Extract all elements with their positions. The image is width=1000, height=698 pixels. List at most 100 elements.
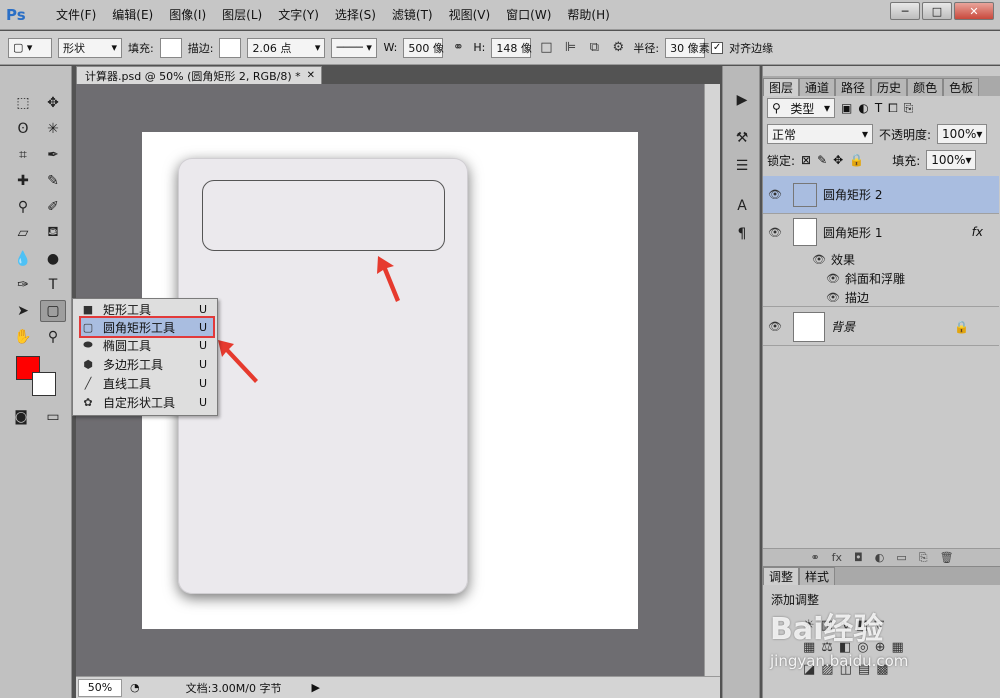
move-tool-icon[interactable]: ✥ bbox=[40, 92, 66, 114]
magic-wand-icon[interactable]: ✳ bbox=[40, 118, 66, 140]
gear-icon[interactable]: ⚙ bbox=[609, 39, 627, 57]
posterize-icon[interactable]: ▨ bbox=[821, 662, 839, 677]
filter-adjust-icon[interactable]: ◐ bbox=[858, 101, 868, 115]
visibility-eye-icon[interactable]: 👁 bbox=[763, 188, 787, 201]
marquee-tool-icon[interactable]: ⬚ bbox=[10, 92, 36, 114]
layer-row[interactable]: 👁 圆角矩形 1 fx bbox=[763, 214, 999, 250]
sliders-icon[interactable]: ☰ bbox=[731, 156, 753, 176]
maximize-button[interactable]: □ bbox=[922, 2, 952, 20]
path-selection-icon[interactable]: ➤ bbox=[10, 300, 36, 322]
character-icon[interactable]: A bbox=[731, 196, 753, 216]
curves-icon[interactable]: ∿ bbox=[839, 618, 856, 633]
lock-position-icon[interactable]: ✥ bbox=[833, 153, 843, 167]
paint-bucket-icon[interactable]: ⛾ bbox=[40, 222, 66, 244]
flyout-item-custom-shape[interactable]: ✿ 自定形状工具 U bbox=[81, 393, 213, 411]
hue-icon[interactable]: ▦ bbox=[803, 640, 821, 655]
visibility-eye-icon[interactable]: 👁 bbox=[821, 291, 845, 304]
rounded-rectangle-shape[interactable] bbox=[202, 180, 445, 251]
width-input[interactable]: 500 像 bbox=[403, 37, 444, 58]
zoom-input[interactable]: 50% bbox=[78, 678, 122, 697]
path-alignment-icon[interactable]: ⊫ bbox=[561, 39, 579, 57]
close-tab-icon[interactable]: ✕ bbox=[307, 70, 315, 81]
visibility-eye-icon[interactable]: 👁 bbox=[821, 272, 845, 285]
fill-input[interactable]: 100% ▾ bbox=[926, 150, 977, 170]
fill-swatch[interactable] bbox=[159, 37, 182, 58]
blend-mode-select[interactable]: 正常 ▾ bbox=[767, 124, 873, 144]
dodge-tool-icon[interactable]: ● bbox=[40, 248, 66, 270]
brush-tool-icon[interactable]: ✎ bbox=[40, 170, 66, 192]
crop-tool-icon[interactable]: ⌗ bbox=[10, 144, 36, 166]
menu-window[interactable]: 窗口(W) bbox=[498, 0, 559, 30]
tab-color[interactable]: 颜色 bbox=[907, 78, 944, 96]
flyout-item-line[interactable]: ╱ 直线工具 U bbox=[81, 374, 213, 392]
mixer-icon[interactable]: ⊕ bbox=[875, 640, 892, 655]
flyout-item-rectangle[interactable]: ■ 矩形工具 U bbox=[81, 300, 213, 318]
tab-history[interactable]: 历史 bbox=[871, 78, 908, 96]
link-layers-icon[interactable]: ⚭ bbox=[810, 551, 819, 564]
type-tool-icon[interactable]: T bbox=[40, 274, 66, 296]
clone-stamp-icon[interactable]: ⚲ bbox=[10, 196, 36, 218]
stroke-width-input[interactable]: 2.06 点 ▾ bbox=[247, 37, 326, 58]
tab-layers[interactable]: 图层 bbox=[763, 78, 800, 96]
visibility-eye-icon[interactable]: 👁 bbox=[763, 320, 787, 333]
healing-brush-icon[interactable]: ✚ bbox=[10, 170, 36, 192]
menu-edit[interactable]: 编辑(E) bbox=[104, 0, 161, 30]
link-icon[interactable]: ⚭ bbox=[449, 39, 467, 57]
eraser-icon[interactable]: ▱ bbox=[10, 222, 36, 244]
fx-icon[interactable]: fx bbox=[972, 225, 983, 239]
document-tab[interactable]: 计算器.psd @ 50% (圆角矩形 2, RGB/8) * ✕ bbox=[76, 66, 322, 84]
tab-styles[interactable]: 样式 bbox=[799, 567, 836, 585]
chevron-right-icon[interactable]: ▶ bbox=[312, 681, 320, 694]
effect-row[interactable]: 👁 斜面和浮雕 bbox=[763, 269, 999, 288]
tab-swatches[interactable]: 色板 bbox=[943, 78, 980, 96]
flyout-item-polygon[interactable]: ⬢ 多边形工具 U bbox=[81, 355, 213, 373]
close-button[interactable]: ✕ bbox=[954, 2, 994, 20]
blur-tool-icon[interactable]: 💧 bbox=[10, 248, 36, 270]
hand-tool-icon[interactable]: ✋ bbox=[10, 326, 36, 348]
menu-layer[interactable]: 图层(L) bbox=[214, 0, 270, 30]
eyedropper-icon[interactable]: ✒ bbox=[40, 144, 66, 166]
balance-icon[interactable]: ⚖ bbox=[821, 640, 839, 655]
path-operations-icon[interactable]: □ bbox=[537, 39, 555, 57]
stroke-swatch[interactable] bbox=[219, 37, 242, 58]
menu-select[interactable]: 选择(S) bbox=[327, 0, 384, 30]
rounded-rectangle-tool-icon[interactable]: ▢ bbox=[40, 300, 66, 322]
tab-adjustments[interactable]: 调整 bbox=[763, 567, 800, 585]
grid-icon[interactable]: ▦ bbox=[892, 640, 910, 655]
vertical-scrollbar[interactable] bbox=[704, 84, 720, 676]
selective-color-icon[interactable]: ▩ bbox=[876, 662, 894, 677]
bw-icon[interactable]: ◧ bbox=[839, 640, 857, 655]
history-brush-icon[interactable]: ✐ bbox=[40, 196, 66, 218]
effects-row[interactable]: 👁 效果 bbox=[763, 250, 999, 269]
play-icon[interactable]: ▶ bbox=[731, 90, 753, 110]
lock-pixels-icon[interactable]: ✎ bbox=[817, 153, 827, 167]
fx-icon[interactable]: fx bbox=[832, 551, 842, 564]
visibility-eye-icon[interactable]: 👁 bbox=[807, 253, 831, 266]
menu-image[interactable]: 图像(I) bbox=[161, 0, 214, 30]
lock-all-icon[interactable]: 🔒 bbox=[849, 153, 864, 167]
flyout-item-ellipse[interactable]: ⬬ 椭圆工具 U bbox=[81, 336, 213, 354]
invert-icon[interactable]: ◪ bbox=[803, 662, 821, 677]
opacity-input[interactable]: 100% ▾ bbox=[937, 124, 988, 144]
trash-icon[interactable]: 🗑 bbox=[940, 551, 954, 564]
filter-type-icon[interactable]: T bbox=[875, 101, 882, 115]
gradient-map-icon[interactable]: ▤ bbox=[858, 662, 876, 677]
photo-filter-icon[interactable]: ◎ bbox=[857, 640, 874, 655]
tool-preset-picker[interactable]: ▢ ▾ bbox=[8, 37, 52, 58]
screen-mode-icon[interactable]: ▭ bbox=[40, 406, 66, 428]
visibility-eye-icon[interactable]: 👁 bbox=[763, 226, 787, 239]
quick-mask-icon[interactable]: ◙ bbox=[8, 406, 34, 428]
menu-help[interactable]: 帮助(H) bbox=[559, 0, 617, 30]
layer-row[interactable]: 👁 圆角矩形 2 bbox=[763, 176, 999, 214]
height-input[interactable]: 148 像 bbox=[491, 37, 532, 58]
pen-tool-icon[interactable]: ✑ bbox=[10, 274, 36, 296]
minimize-button[interactable]: ─ bbox=[890, 2, 920, 20]
radius-input[interactable]: 30 像素 bbox=[665, 37, 710, 58]
filter-image-icon[interactable]: ▣ bbox=[841, 101, 852, 115]
stroke-type-select[interactable]: ──── ▾ bbox=[331, 37, 378, 58]
flyout-item-rounded-rectangle[interactable]: ▢ 圆角矩形工具 U bbox=[79, 316, 215, 338]
paragraph-icon[interactable]: ¶ bbox=[731, 224, 753, 244]
tab-paths[interactable]: 路径 bbox=[835, 78, 872, 96]
mode-select[interactable]: 形状 ▾ bbox=[58, 37, 122, 58]
effect-row[interactable]: 👁 描边 bbox=[763, 288, 999, 307]
